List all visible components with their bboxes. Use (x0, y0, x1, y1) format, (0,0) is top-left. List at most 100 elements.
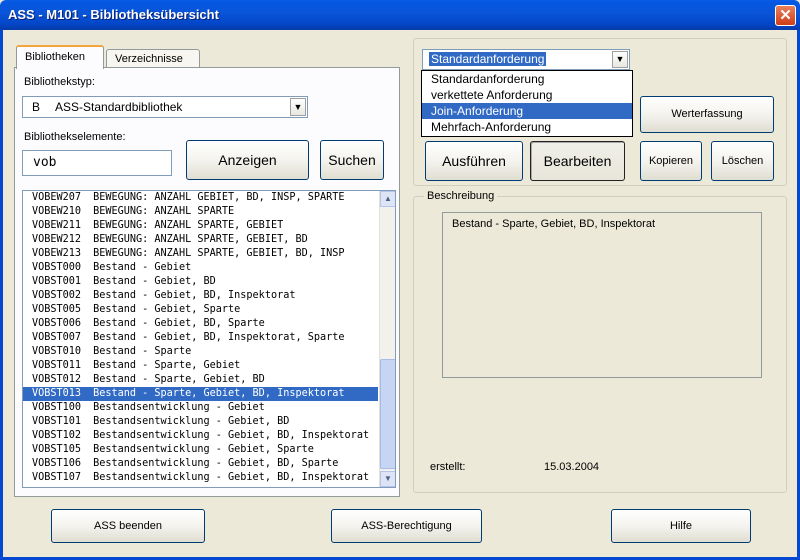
library-type-label: Bibliothekstyp: (24, 76, 95, 88)
list-item-description: Bestand - Gebiet, BD (93, 276, 216, 287)
ass-beenden-button[interactable]: ASS beenden (51, 509, 205, 543)
dropdown-item-standardanforderung[interactable]: Standardanforderung (422, 71, 632, 87)
library-type-code: B (32, 100, 41, 114)
list-item[interactable]: VOBST102 Bestandsentwicklung - Gebiet, BD… (23, 429, 378, 443)
list-item-description: BEWEGUNG: ANZAHL GEBIET, BD, INSP, SPART… (93, 192, 345, 203)
anzeigen-button[interactable]: Anzeigen (186, 140, 309, 180)
window-title: ASS - M101 - Bibliotheksübersicht (8, 7, 219, 22)
list-item[interactable]: VOBST012 Bestand - Sparte, Gebiet, BD (23, 373, 378, 387)
list-item-code: VOBST105 (32, 444, 82, 455)
library-elements-label: Bibliothekselemente: (24, 131, 126, 143)
tab-label: Bibliotheken (25, 51, 85, 63)
list-item-description: Bestandsentwicklung - Gebiet, BD, Inspek… (93, 430, 370, 441)
list-item[interactable]: VOBST005 Bestand - Gebiet, Sparte (23, 303, 378, 317)
list-item-description: Bestand - Sparte, Gebiet, BD (93, 374, 265, 385)
list-item-code: VOBST006 (32, 318, 82, 329)
library-type-select[interactable]: B ASS-Standardbibliothek ▼ (22, 96, 308, 118)
scroll-up-icon[interactable]: ▲ (380, 191, 395, 207)
ausfuehren-button[interactable]: Ausführen (425, 141, 523, 181)
scroll-thumb[interactable] (380, 359, 395, 469)
list-item-code: VOBST010 (32, 346, 82, 357)
list-item[interactable]: VOBST107 Bestandsentwicklung - Gebiet, BD… (23, 471, 378, 485)
list-item-description: Bestandsentwicklung - Gebiet (93, 402, 265, 413)
list-item-description: Bestand - Sparte, Gebiet, BD, Inspektora… (93, 388, 345, 399)
list-item[interactable]: VOBST101 Bestandsentwicklung - Gebiet, BD (23, 415, 378, 429)
list-item[interactable]: VOBEW207 BEWEGUNG: ANZAHL GEBIET, BD, INS… (23, 191, 378, 205)
dropdown-item-verkettete-anforderung[interactable]: verkettete Anforderung (422, 87, 632, 103)
list-item-description: Bestand - Gebiet, BD, Sparte (93, 318, 265, 329)
list-item-code: VOBST005 (32, 304, 82, 315)
list-item[interactable]: VOBEW212 BEWEGUNG: ANZAHL SPARTE, GEBIET,… (23, 233, 378, 247)
list-item-code: VOBST002 (32, 290, 82, 301)
list-item-code: VOBEW212 (32, 234, 82, 245)
list-item-description: BEWEGUNG: ANZAHL SPARTE, GEBIET (93, 220, 284, 231)
list-item-description: Bestand - Gebiet (93, 262, 192, 273)
vertical-scrollbar[interactable]: ▲ ▼ (379, 191, 395, 487)
list-item-code: VOBST106 (32, 458, 82, 469)
list-item[interactable]: VOBST000 Bestand - Gebiet (23, 261, 378, 275)
description-text: Bestand - Sparte, Gebiet, BD, Inspektora… (452, 218, 655, 230)
list-item[interactable]: VOBST105 Bestandsentwicklung - Gebiet, Sp… (23, 443, 378, 457)
tab-bibliotheken[interactable]: Bibliotheken (16, 45, 104, 69)
list-item-code: VOBST000 (32, 262, 82, 273)
created-label: erstellt: (430, 461, 466, 473)
kopieren-button[interactable]: Kopieren (640, 141, 702, 181)
list-item-code: VOBEW207 (32, 192, 82, 203)
list-item-code: VOBST107 (32, 472, 82, 483)
dropdown-item-mehrfach-anforderung[interactable]: Mehrfach-Anforderung (422, 119, 632, 135)
title-bar: ASS - M101 - Bibliotheksübersicht ✕ (0, 0, 800, 30)
list-item-code: VOBEW213 (32, 248, 82, 259)
list-item[interactable]: VOBST011 Bestand - Sparte, Gebiet (23, 359, 378, 373)
description-box: Bestand - Sparte, Gebiet, BD, Inspektora… (442, 212, 762, 378)
suchen-button[interactable]: Suchen (320, 140, 384, 180)
list-item-description: Bestand - Gebiet, BD, Inspektorat, Spart… (93, 332, 345, 343)
list-item-description: BEWEGUNG: ANZAHL SPARTE, GEBIET, BD (93, 234, 308, 245)
request-type-value: Standardanforderung (429, 52, 547, 66)
window-frame-left (0, 30, 3, 560)
request-type-select[interactable]: Standardanforderung ▼ (422, 49, 630, 70)
werterfassung-button[interactable]: Werterfassung (640, 96, 774, 133)
list-rows: VOBEW207 BEWEGUNG: ANZAHL GEBIET, BD, INS… (23, 191, 395, 485)
close-icon[interactable]: ✕ (775, 5, 796, 26)
list-item[interactable]: VOBST100 Bestandsentwicklung - Gebiet (23, 401, 378, 415)
list-item-description: BEWEGUNG: ANZAHL SPARTE (93, 206, 235, 217)
search-input[interactable]: vob (22, 150, 172, 176)
list-item-code: VOBEW210 (32, 206, 82, 217)
list-item-description: BEWEGUNG: ANZAHL SPARTE, GEBIET, BD, INS… (93, 248, 345, 259)
list-item-code: VOBST100 (32, 402, 82, 413)
tab-label: Verzeichnisse (115, 53, 183, 65)
tab-verzeichnisse[interactable]: Verzeichnisse (106, 49, 200, 68)
list-item-description: Bestand - Sparte, Gebiet (93, 360, 241, 371)
list-item-description: Bestand - Sparte (93, 346, 192, 357)
library-elements-list[interactable]: VOBEW207 BEWEGUNG: ANZAHL GEBIET, BD, INS… (22, 190, 396, 488)
list-item[interactable]: VOBEW213 BEWEGUNG: ANZAHL SPARTE, GEBIET,… (23, 247, 378, 261)
list-item[interactable]: VOBEW210 BEWEGUNG: ANZAHL SPARTE (23, 205, 378, 219)
list-item-description: Bestandsentwicklung - Gebiet, BD (93, 416, 290, 427)
dropdown-item-join-anforderung[interactable]: Join-Anforderung (422, 103, 632, 119)
list-item[interactable]: VOBST010 Bestand - Sparte (23, 345, 378, 359)
list-item[interactable]: VOBST006 Bestand - Gebiet, BD, Sparte (23, 317, 378, 331)
ass-berechtigung-button[interactable]: ASS-Berechtigung (331, 509, 482, 543)
list-item[interactable]: VOBST007 Bestand - Gebiet, BD, Inspektora… (23, 331, 378, 345)
list-item-code: VOBEW211 (32, 220, 82, 231)
list-item-code: VOBST101 (32, 416, 82, 427)
description-caption: Beschreibung (424, 190, 498, 202)
loeschen-button[interactable]: Löschen (711, 141, 774, 181)
list-item[interactable]: VOBST106 Bestandsentwicklung - Gebiet, BD… (23, 457, 378, 471)
list-item[interactable]: VOBEW211 BEWEGUNG: ANZAHL SPARTE, GEBIET (23, 219, 378, 233)
chevron-down-icon[interactable]: ▼ (290, 98, 306, 116)
bearbeiten-button[interactable]: Bearbeiten (530, 141, 625, 181)
list-item-code: VOBST013 (32, 388, 82, 399)
scroll-down-icon[interactable]: ▼ (380, 471, 395, 487)
list-item[interactable]: VOBST002 Bestand - Gebiet, BD, Inspektora… (23, 289, 378, 303)
list-item-description: Bestandsentwicklung - Gebiet, BD, Sparte (93, 458, 339, 469)
list-item-code: VOBST001 (32, 276, 82, 287)
request-type-dropdown[interactable]: Standardanforderung verkettete Anforderu… (421, 70, 633, 137)
list-item[interactable]: VOBST013 Bestand - Sparte, Gebiet, BD, In… (23, 387, 378, 401)
library-type-value: ASS-Standardbibliothek (55, 100, 183, 114)
created-date: 15.03.2004 (544, 461, 600, 473)
list-item[interactable]: VOBST001 Bestand - Gebiet, BD (23, 275, 378, 289)
chevron-down-icon[interactable]: ▼ (612, 51, 628, 68)
hilfe-button[interactable]: Hilfe (611, 509, 751, 543)
list-item-description: Bestand - Gebiet, BD, Inspektorat (93, 290, 296, 301)
